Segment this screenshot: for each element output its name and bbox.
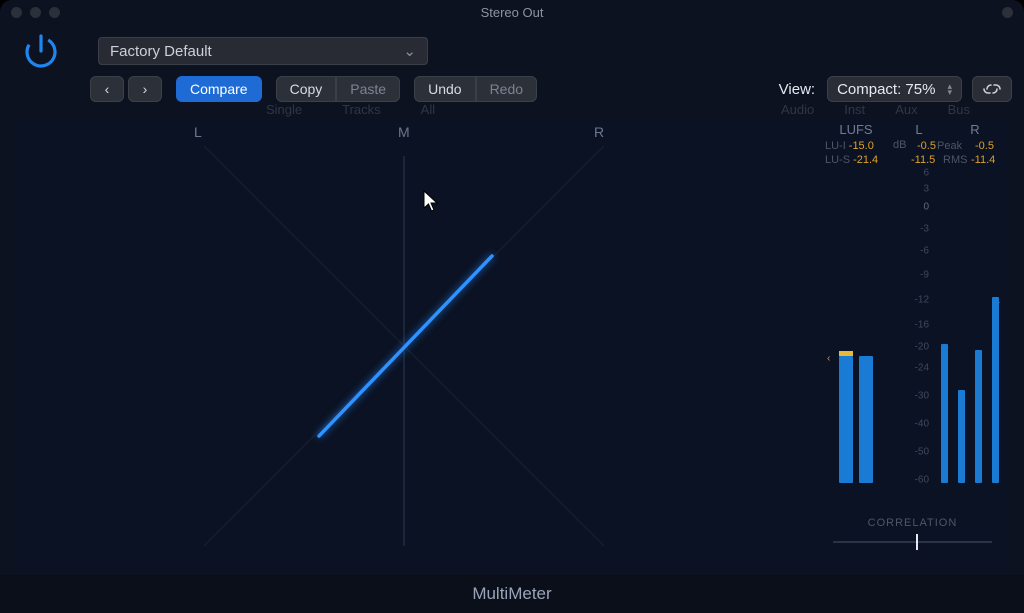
tick: -40 bbox=[915, 419, 929, 430]
stepper-icon: ▴▾ bbox=[947, 83, 952, 95]
plugin-header: Factory Default ⌄ ‹ › Compare Copy Paste… bbox=[0, 24, 1024, 128]
tick: -60 bbox=[915, 474, 929, 485]
titlebar: Stereo Out bbox=[0, 0, 1024, 24]
window-title: Stereo Out bbox=[481, 5, 544, 20]
ghost-inst: Inst bbox=[844, 102, 865, 117]
plugin-footer: MultiMeter bbox=[0, 575, 1024, 613]
rms-r: -11.4 bbox=[971, 154, 995, 166]
traffic-max-icon[interactable] bbox=[49, 7, 60, 18]
meters-panel: LUFS L R LU-I-15.0 LU-S-21.4 dB -0.5 Pea… bbox=[815, 118, 1010, 571]
gono-label-m: M bbox=[398, 124, 410, 140]
lufs-marker-icon bbox=[823, 353, 830, 364]
gono-label-r: R bbox=[594, 124, 604, 140]
plugin-window: Stereo Out Factory Default ⌄ ‹ bbox=[0, 0, 1024, 613]
chevron-left-icon: ‹ bbox=[105, 81, 110, 97]
compare-button[interactable]: Compare bbox=[176, 76, 262, 102]
correlation-indicator bbox=[916, 534, 918, 550]
chevron-right-icon: › bbox=[143, 81, 148, 97]
lu-i-val: -15.0 bbox=[849, 140, 874, 152]
correlation-label: CORRELATION bbox=[815, 517, 1010, 529]
copy-button[interactable]: Copy bbox=[276, 76, 337, 102]
bar-lu-i bbox=[839, 356, 853, 483]
undo-button[interactable]: Undo bbox=[414, 76, 475, 102]
view-label: View: bbox=[779, 81, 815, 98]
tick: -3 bbox=[920, 223, 929, 234]
bar-r-rms bbox=[975, 350, 982, 483]
preset-dropdown[interactable]: Factory Default ⌄ bbox=[98, 37, 428, 65]
prev-preset-button[interactable]: ‹ bbox=[90, 76, 124, 102]
tick: -12 bbox=[915, 295, 929, 306]
traffic-close-icon[interactable] bbox=[11, 7, 22, 18]
redo-button[interactable]: Redo bbox=[476, 76, 537, 102]
tick: 3 bbox=[923, 183, 929, 194]
lr-bars bbox=[941, 173, 999, 483]
link-icon bbox=[981, 82, 1003, 96]
lu-s-key: LU-S bbox=[825, 154, 850, 166]
bar-l-rms bbox=[958, 390, 965, 483]
lu-s-val: -21.4 bbox=[853, 154, 878, 166]
bar-l-peak bbox=[941, 344, 948, 484]
tick: 0 bbox=[923, 202, 929, 213]
meters-values: LU-I-15.0 LU-S-21.4 dB -0.5 Peak -0.5 -1… bbox=[821, 137, 1004, 171]
bar-lu-s bbox=[859, 356, 873, 483]
plugin-body: L M R LUFS L R LU-I-15.0 LU-S-21.4 dB -0… bbox=[14, 118, 1010, 571]
rms-key: RMS bbox=[943, 154, 967, 166]
window-traffic-lights bbox=[11, 7, 60, 18]
tick: -50 bbox=[915, 447, 929, 458]
lu-i-key: LU-I bbox=[825, 140, 846, 152]
plugin-name: MultiMeter bbox=[472, 584, 551, 604]
correlation-meter[interactable]: CORRELATION bbox=[815, 509, 1010, 571]
gono-label-l: L bbox=[194, 124, 202, 140]
tick: 6 bbox=[923, 168, 929, 179]
peak-key: Peak bbox=[937, 140, 962, 152]
tick: -16 bbox=[915, 319, 929, 330]
head-r: R bbox=[947, 122, 1003, 137]
link-button[interactable] bbox=[972, 76, 1012, 102]
window-dot-icon bbox=[1002, 7, 1013, 18]
power-icon bbox=[20, 30, 62, 72]
paste-button[interactable]: Paste bbox=[336, 76, 400, 102]
meters-head: LUFS L R bbox=[821, 122, 1004, 137]
ghost-bus: Bus bbox=[948, 102, 970, 117]
window-dot-right bbox=[1002, 7, 1013, 18]
head-lufs: LUFS bbox=[821, 122, 891, 137]
tick: -30 bbox=[915, 391, 929, 402]
ghost-aux: Aux bbox=[895, 102, 917, 117]
tick: -9 bbox=[920, 270, 929, 281]
ghost-audio: Audio bbox=[781, 102, 814, 117]
view-dropdown[interactable]: Compact: 75% ▴▾ bbox=[827, 76, 962, 102]
preset-label: Factory Default bbox=[110, 43, 212, 60]
tick: -6 bbox=[920, 245, 929, 256]
tick: -24 bbox=[915, 363, 929, 374]
view-value: Compact: 75% bbox=[837, 81, 935, 98]
peak-l: -0.5 bbox=[917, 140, 936, 152]
db-label: dB bbox=[893, 139, 906, 151]
lufs-bars bbox=[839, 173, 883, 483]
traffic-min-icon[interactable] bbox=[30, 7, 41, 18]
correlation-track bbox=[833, 541, 992, 543]
goniometer[interactable]: L M R bbox=[14, 118, 815, 571]
meters-graph[interactable]: 6 3 0 -3 -6 -9 -12 -16 -20 -24 -30 -40 -… bbox=[821, 173, 1004, 483]
bar-r-peak bbox=[992, 297, 999, 483]
peak-r: -0.5 bbox=[975, 140, 994, 152]
rms-l: -11.5 bbox=[911, 154, 935, 166]
tick: -20 bbox=[915, 341, 929, 352]
goniometer-plot bbox=[14, 146, 794, 556]
power-button[interactable] bbox=[16, 26, 66, 76]
chevron-down-icon: ⌄ bbox=[403, 42, 416, 60]
meter-scale: 6 3 0 -3 -6 -9 -12 -16 -20 -24 -30 -40 -… bbox=[891, 173, 929, 483]
next-preset-button[interactable]: › bbox=[128, 76, 162, 102]
bar-over-cap-icon bbox=[839, 351, 853, 356]
head-l: L bbox=[891, 122, 947, 137]
